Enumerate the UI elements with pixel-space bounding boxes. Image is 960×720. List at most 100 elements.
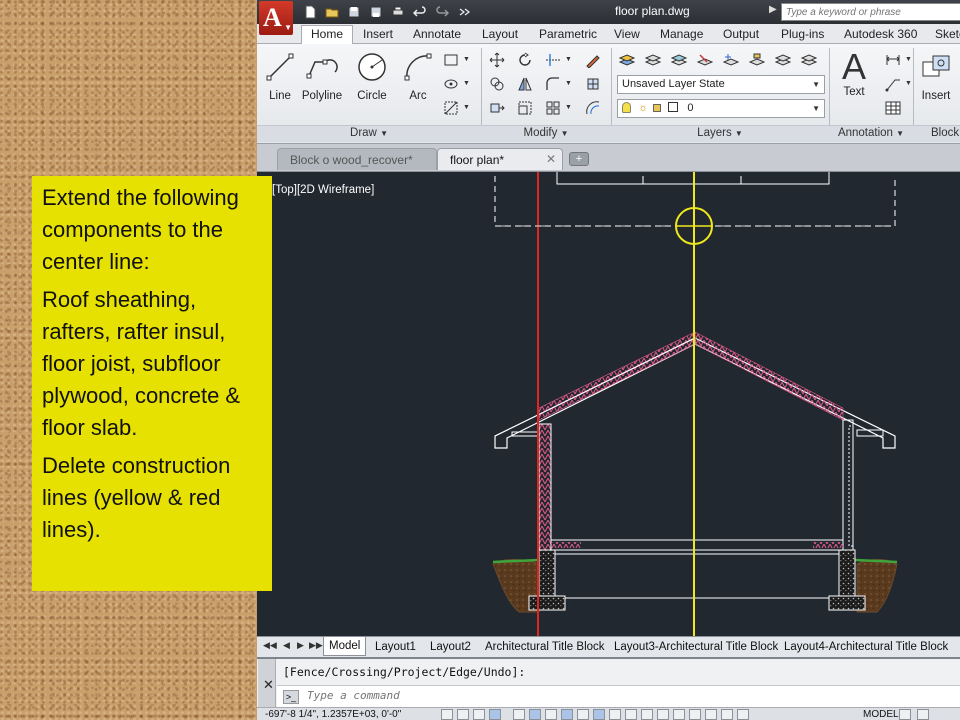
drawing-canvas[interactable]: -][Top][2D Wireframe]	[257, 172, 960, 636]
tab-annotate[interactable]: Annotate	[413, 26, 461, 44]
open-icon[interactable]	[323, 3, 341, 21]
offset-icon[interactable]	[583, 98, 603, 117]
layer-merge-icon[interactable]	[799, 50, 819, 69]
object-snap-tracking-icon[interactable]	[561, 709, 573, 720]
layout-tab-architectural-title-block[interactable]: Architectural Title Block	[485, 641, 605, 653]
rotate-icon[interactable]	[515, 50, 535, 69]
transparency-icon[interactable]	[625, 709, 637, 720]
search-input[interactable]	[781, 3, 960, 21]
plot-icon[interactable]	[389, 3, 407, 21]
tab-manage[interactable]: Manage	[660, 26, 703, 44]
3d-object-snap-icon[interactable]	[545, 709, 557, 720]
tab-home[interactable]: Home	[301, 25, 354, 45]
dynamic-input-icon[interactable]	[593, 709, 605, 720]
dynamic-ucs-icon[interactable]	[577, 709, 589, 720]
application-menu-button[interactable]: A ▼	[259, 1, 293, 35]
layer-properties-icon[interactable]	[617, 50, 637, 69]
quick-properties-icon[interactable]	[641, 709, 653, 720]
first-tab-icon[interactable]: ◀◀	[263, 640, 277, 651]
clean-screen-icon[interactable]	[737, 709, 749, 720]
rectangle-icon[interactable]	[441, 50, 461, 69]
text-tool-button[interactable]: A Text	[831, 49, 877, 99]
tab-parametric[interactable]: Parametric	[539, 26, 597, 44]
erase-icon[interactable]	[583, 50, 603, 69]
layer-walk-icon[interactable]	[773, 50, 793, 69]
polyline-tool-button[interactable]: Polyline	[299, 50, 345, 102]
array-icon[interactable]	[543, 98, 563, 117]
region-icon[interactable]	[441, 98, 461, 117]
layers-panel-title[interactable]: Layers ▼	[611, 125, 829, 142]
close-icon[interactable]: ✕	[546, 152, 556, 166]
snap-mode-icon[interactable]	[457, 709, 469, 720]
save-icon[interactable]	[345, 3, 363, 21]
tab-sketch[interactable]: Sketch	[935, 26, 960, 44]
explode-icon[interactable]	[583, 74, 603, 93]
viewport-controls[interactable]: -][Top][2D Wireframe]	[265, 184, 374, 196]
mirror-icon[interactable]	[515, 74, 535, 93]
layer-lock-icon[interactable]	[747, 50, 767, 69]
last-tab-icon[interactable]: ▶▶	[309, 640, 323, 651]
redo-icon[interactable]	[433, 3, 451, 21]
layout-tab-model[interactable]: Model	[323, 637, 367, 656]
command-line-grip[interactable]: ✕	[258, 659, 276, 707]
layout-tab-layout2[interactable]: Layout2	[430, 641, 471, 653]
new-tab-icon[interactable]: +	[569, 152, 589, 166]
prev-tab-icon[interactable]: ◀	[283, 640, 290, 651]
chevron-down-icon[interactable]: ▼	[565, 56, 572, 63]
save-as-icon[interactable]	[367, 3, 385, 21]
command-prompt-icon[interactable]: >_	[283, 690, 299, 704]
copy-icon[interactable]	[487, 74, 507, 93]
chevron-down-icon[interactable]: ▼	[463, 56, 470, 63]
next-tab-icon[interactable]: ▶	[297, 640, 304, 651]
workspace-switching-icon[interactable]	[689, 709, 701, 720]
layout-tab-layout4[interactable]: Layout4-Architectural Title Block	[784, 641, 948, 653]
layout-tab-layout1[interactable]: Layout1	[375, 641, 416, 653]
table-icon[interactable]	[883, 98, 903, 117]
close-icon[interactable]: ✕	[263, 677, 274, 693]
selection-cycling-icon[interactable]	[657, 709, 669, 720]
current-layer-select[interactable]: ☼ 0 ▼	[617, 99, 825, 118]
hardware-acceleration-icon[interactable]	[705, 709, 717, 720]
layer-states-icon[interactable]	[643, 50, 663, 69]
insert-block-button[interactable]: Insert	[913, 50, 959, 102]
modify-panel-title[interactable]: Modify ▼	[481, 125, 611, 142]
layout-tab-layout3[interactable]: Layout3-Architectural Title Block	[614, 641, 778, 653]
tab-view[interactable]: View	[614, 26, 640, 44]
move-icon[interactable]	[487, 50, 507, 69]
isolate-objects-icon[interactable]	[721, 709, 733, 720]
doc-tab-floor-plan[interactable]: floor plan* ✕	[437, 148, 563, 170]
block-panel-title[interactable]: Block	[913, 125, 960, 142]
layer-match-icon[interactable]	[695, 50, 715, 69]
layer-freeze-icon[interactable]	[721, 50, 741, 69]
undo-icon[interactable]	[411, 3, 429, 21]
tab-insert[interactable]: Insert	[363, 26, 393, 44]
new-icon[interactable]	[301, 3, 319, 21]
polar-tracking-icon[interactable]	[513, 709, 525, 720]
coordinate-readout[interactable]: -697'-8 1/4", 1.2357E+03, 0'-0"	[265, 709, 401, 720]
chevron-down-icon[interactable]: ▼	[463, 104, 470, 111]
annotation-panel-title[interactable]: Annotation ▼	[829, 125, 913, 142]
model-space-toggle[interactable]: MODEL	[863, 709, 899, 720]
tab-layout[interactable]: Layout	[482, 26, 518, 44]
scale-icon[interactable]	[515, 98, 535, 117]
chevron-down-icon[interactable]: ▼	[463, 80, 470, 87]
leader-icon[interactable]	[883, 74, 903, 93]
layer-iso-icon[interactable]	[669, 50, 689, 69]
line-tool-button[interactable]: Line	[257, 50, 303, 102]
trim-icon[interactable]	[543, 50, 563, 69]
quick-view-layouts-icon[interactable]	[917, 709, 929, 720]
chevron-down-icon[interactable]: ▼	[565, 80, 572, 87]
chevron-right-icon[interactable]: ▶	[769, 4, 777, 15]
workspace-menu-icon[interactable]	[455, 3, 473, 21]
infer-constraints-icon[interactable]	[441, 709, 453, 720]
chevron-down-icon[interactable]: ▼	[905, 56, 912, 63]
layer-state-select[interactable]: Unsaved Layer State ▼	[617, 75, 825, 94]
hatch-icon[interactable]	[441, 74, 461, 93]
tab-plug-ins[interactable]: Plug-ins	[781, 26, 824, 44]
tab-output[interactable]: Output	[723, 26, 759, 44]
ortho-mode-icon[interactable]	[489, 709, 501, 720]
annotation-monitor-icon[interactable]	[673, 709, 685, 720]
tab-autodesk-360[interactable]: Autodesk 360	[844, 26, 917, 44]
object-snap-icon[interactable]	[529, 709, 541, 720]
command-input[interactable]	[307, 689, 707, 702]
